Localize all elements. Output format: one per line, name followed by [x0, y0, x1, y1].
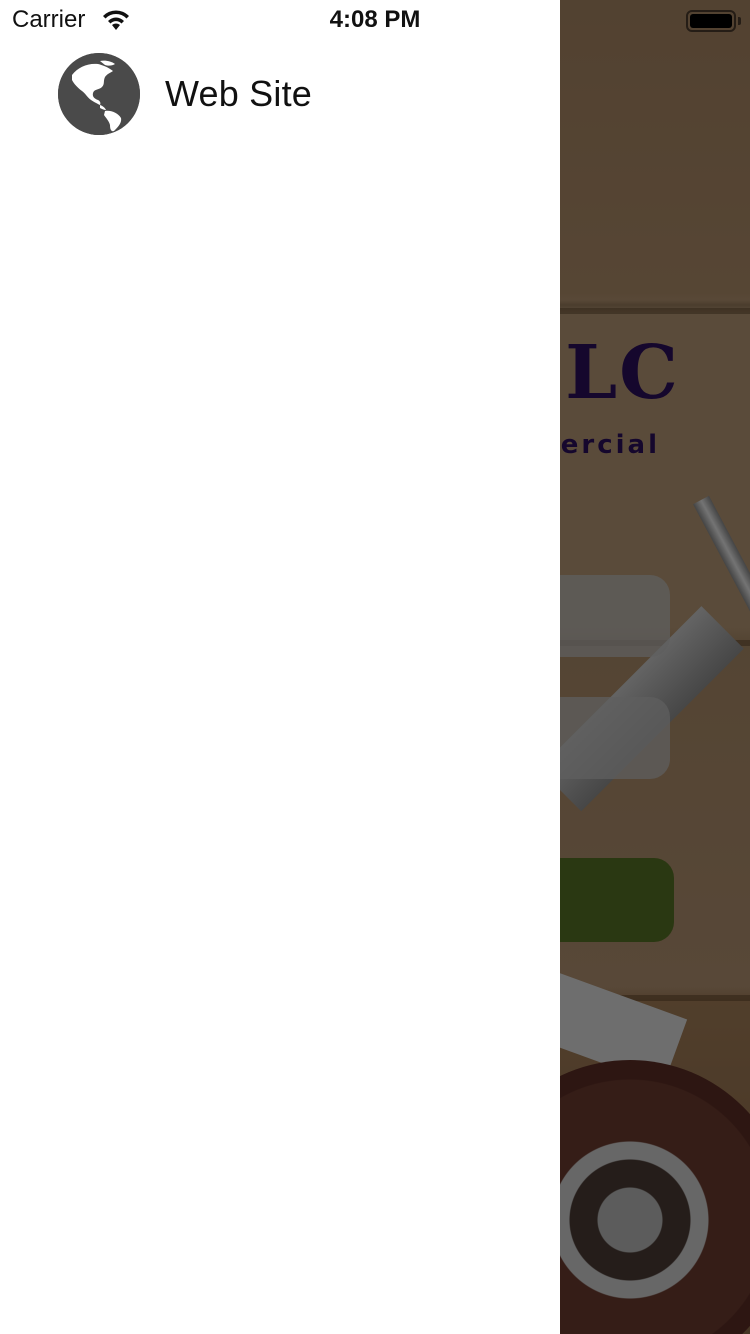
menu-item-label: Web Site [165, 73, 313, 114]
clock-time: 4:08 PM [329, 6, 421, 33]
battery-level [690, 14, 732, 28]
battery-tip [738, 17, 741, 25]
status-bar: Carrier 4:08 PM [0, 0, 750, 40]
side-drawer: Web Site [0, 0, 560, 1334]
battery-icon [686, 10, 736, 32]
menu-item-web-site[interactable]: Web Site [58, 52, 312, 136]
screen: LC ercial .. Web Sit [0, 0, 750, 1334]
globe-icon [58, 53, 140, 135]
